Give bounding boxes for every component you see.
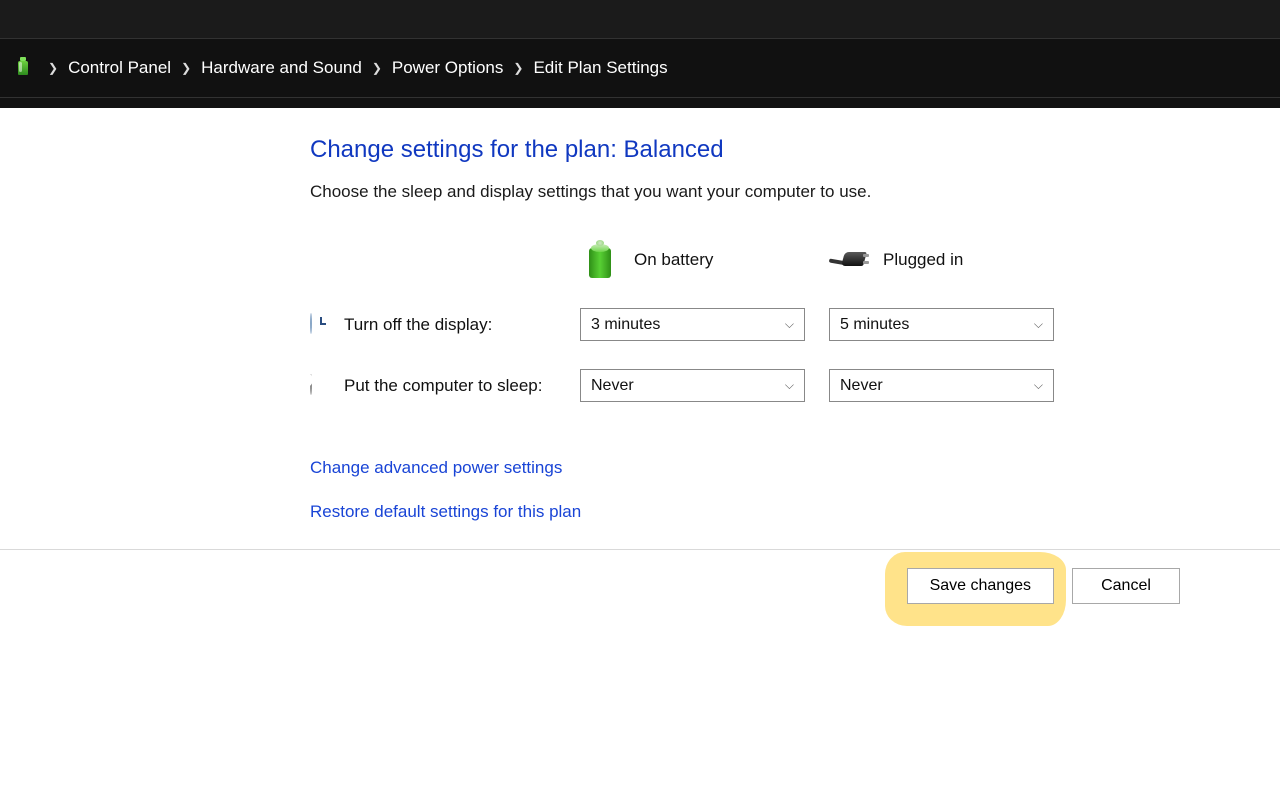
chevron-right-icon: ❯ xyxy=(38,61,68,75)
breadcrumb-hardware-and-sound[interactable]: Hardware and Sound xyxy=(201,58,362,78)
page-title: Change settings for the plan: Balanced xyxy=(310,136,1240,164)
chevron-down-icon: ⌵ xyxy=(1034,378,1043,393)
dropdown-sleep-battery[interactable]: Never ⌵ xyxy=(580,369,805,402)
column-header-on-battery: On battery xyxy=(580,240,805,280)
chevron-down-icon: ⌵ xyxy=(1034,317,1043,332)
dropdown-display-plugged-value: 5 minutes xyxy=(840,316,909,334)
row-turn-off-display: Turn off the display: xyxy=(310,314,580,336)
dropdown-display-battery[interactable]: 3 minutes ⌵ xyxy=(580,308,805,341)
breadcrumb-edit-plan-settings: Edit Plan Settings xyxy=(533,58,667,78)
row-put-computer-to-sleep: Put the computer to sleep: xyxy=(310,375,580,397)
row-turn-off-display-label: Turn off the display: xyxy=(344,315,492,335)
window-titlebar xyxy=(0,0,1280,38)
column-header-on-battery-label: On battery xyxy=(634,250,713,270)
dropdown-sleep-battery-value: Never xyxy=(591,377,634,395)
dropdown-sleep-plugged[interactable]: Never ⌵ xyxy=(829,369,1054,402)
link-change-advanced-power-settings[interactable]: Change advanced power settings xyxy=(310,458,562,478)
breadcrumb: ❯ Control Panel ❯ Hardware and Sound ❯ P… xyxy=(0,38,1280,98)
footer-button-bar: Save changes Cancel xyxy=(0,549,1280,622)
moon-icon xyxy=(310,374,312,395)
clock-icon xyxy=(310,313,312,334)
chevron-down-icon: ⌵ xyxy=(785,317,794,332)
row-put-computer-to-sleep-label: Put the computer to sleep: xyxy=(344,376,542,396)
chevron-right-icon: ❯ xyxy=(362,61,392,75)
dropdown-display-plugged[interactable]: 5 minutes ⌵ xyxy=(829,308,1054,341)
chevron-right-icon: ❯ xyxy=(503,61,533,75)
dropdown-sleep-plugged-value: Never xyxy=(840,377,883,395)
breadcrumb-control-panel[interactable]: Control Panel xyxy=(68,58,171,78)
save-changes-button[interactable]: Save changes xyxy=(907,568,1054,604)
page-description: Choose the sleep and display settings th… xyxy=(310,182,1240,202)
dropdown-display-battery-value: 3 minutes xyxy=(591,316,660,334)
chevron-right-icon: ❯ xyxy=(171,61,201,75)
chevron-down-icon: ⌵ xyxy=(785,378,794,393)
battery-icon xyxy=(589,242,611,278)
power-plan-icon xyxy=(14,57,32,79)
column-header-plugged-in-label: Plugged in xyxy=(883,250,963,270)
link-restore-default-settings[interactable]: Restore default settings for this plan xyxy=(310,502,581,522)
column-header-plugged-in: Plugged in xyxy=(829,240,1054,280)
plug-icon xyxy=(829,248,869,272)
toolbar-spacer xyxy=(0,98,1280,108)
breadcrumb-power-options[interactable]: Power Options xyxy=(392,58,504,78)
cancel-button[interactable]: Cancel xyxy=(1072,568,1180,604)
